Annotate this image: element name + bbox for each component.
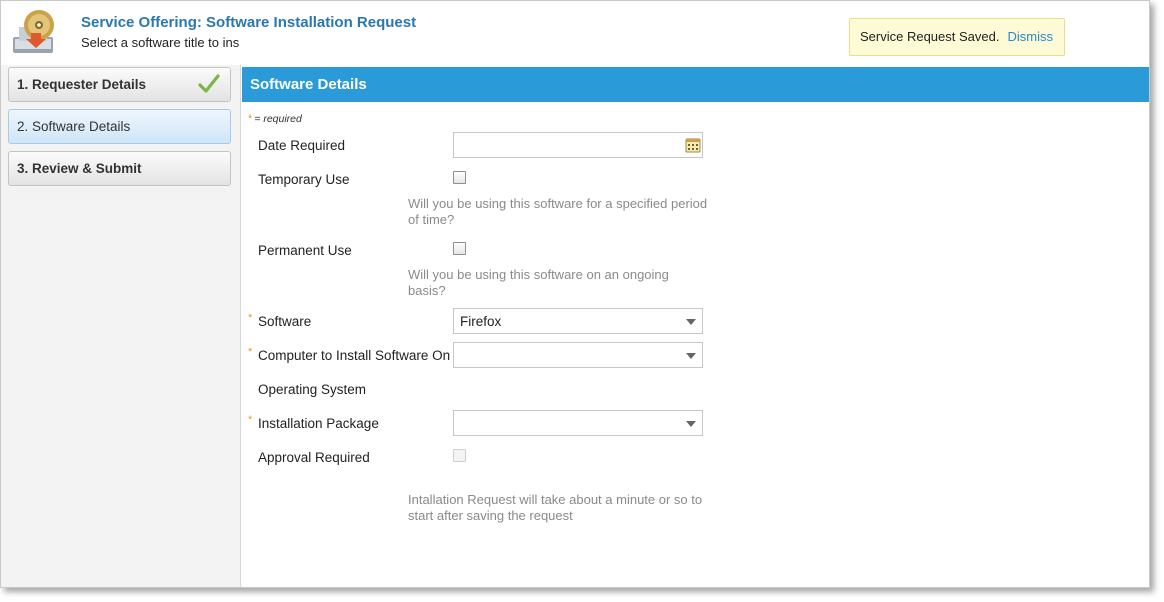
computer-select[interactable]	[453, 342, 703, 368]
section-header: Software Details	[242, 67, 1149, 102]
step-label: 3. Review & Submit	[17, 161, 142, 176]
save-notice-message: Service Request Saved.	[860, 29, 1000, 44]
page-title: Service Offering: Software Installation …	[81, 14, 417, 31]
save-notice: Service Request Saved. Dismiss	[849, 18, 1065, 56]
required-note: = required	[254, 113, 302, 125]
installation-package-required-star: *	[248, 414, 253, 426]
page-header: Service Offering: Software Installation …	[1, 1, 1149, 65]
software-label: Software	[258, 314, 312, 329]
step-requester-details[interactable]: 1. Requester Details	[8, 67, 231, 102]
page-subtitle: Select a software title to ins	[81, 35, 240, 50]
computer-required-star: *	[248, 346, 253, 358]
step-label: 2. Software Details	[17, 119, 131, 134]
operating-system-label: Operating System	[258, 382, 367, 397]
installation-package-select[interactable]	[453, 410, 703, 436]
temporary-use-help: Will you be using this software for a sp…	[408, 196, 708, 227]
chevron-down-icon[interactable]	[686, 353, 696, 359]
checkmark-icon	[198, 74, 220, 93]
app-window: Service Offering: Software Installation …	[0, 0, 1150, 588]
approval-required-label: Approval Required	[258, 450, 370, 465]
software-value: Firefox	[460, 314, 502, 329]
step-label: 1. Requester Details	[17, 77, 147, 92]
temporary-use-checkbox[interactable]	[453, 171, 466, 184]
date-required-input[interactable]	[453, 132, 703, 158]
calendar-icon[interactable]	[685, 137, 701, 153]
chevron-down-icon[interactable]	[686, 421, 696, 427]
step-software-details[interactable]: 2. Software Details	[8, 109, 231, 144]
temporary-use-label: Temporary Use	[258, 172, 350, 187]
installation-package-label: Installation Package	[258, 416, 379, 431]
chevron-down-icon[interactable]	[686, 319, 696, 325]
permanent-use-help: Will you be using this software on an on…	[408, 267, 669, 298]
wizard-steps: 1. Requester Details 2. Software Details…	[1, 65, 241, 587]
software-select[interactable]: Firefox	[453, 308, 703, 334]
permanent-use-checkbox[interactable]	[453, 242, 466, 255]
install-note: Intallation Request will take about a mi…	[408, 492, 703, 523]
dismiss-link[interactable]: Dismiss	[1007, 29, 1053, 44]
required-star: *	[248, 113, 253, 125]
date-required-label: Date Required	[258, 138, 346, 153]
software-install-icon	[13, 10, 54, 53]
step-review-submit[interactable]: 3. Review & Submit	[8, 151, 231, 186]
required-legend: * = required	[248, 113, 302, 125]
approval-required-checkbox	[453, 449, 466, 462]
software-required-star: *	[248, 312, 253, 324]
permanent-use-label: Permanent Use	[258, 243, 352, 258]
computer-label: Computer to Install Software On	[258, 348, 451, 363]
